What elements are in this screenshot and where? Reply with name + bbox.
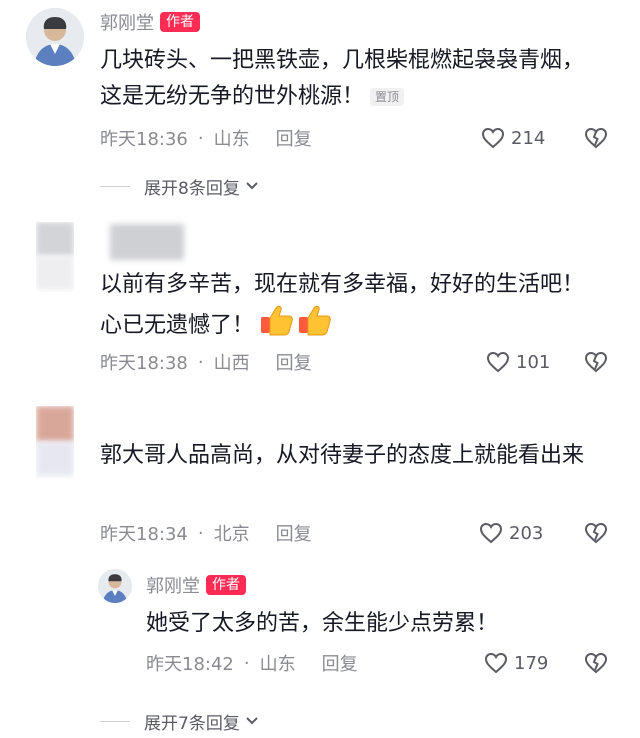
broken-heart-icon [584,351,608,373]
blurred-avatar [36,222,74,256]
author-badge: 作者 [160,12,200,32]
like-button[interactable]: 179 [484,650,548,676]
timestamp: 昨天18:38 [100,353,188,374]
avatar[interactable] [26,8,84,66]
expand-replies-label: 展开7条回复 [144,713,240,734]
comment-item: 郭刚堂 作者 几块砖头、一把黑铁壶，几根柴棍燃起袅袅青烟，这是无纷无争的世外桃源… [0,0,640,200]
separator-dot: · [197,127,204,149]
divider-line [100,185,130,187]
reply-item: 郭刚堂 作者 她受了太多的苦，余生能少点劳累！ 昨天18:42 · 山东 回复 … [0,566,640,738]
dislike-button[interactable] [584,349,608,375]
heart-outline-icon [486,351,510,373]
heart-outline-icon [479,522,503,544]
dislike-button[interactable] [584,650,608,676]
reply-meta: 昨天18:42 · 山东 回复 [146,650,358,676]
divider-line [100,720,130,722]
timestamp: 昨天18:42 [146,654,234,675]
blurred-avatar [36,406,74,442]
broken-heart-icon [584,127,608,149]
separator-dot: · [197,522,204,544]
chevron-down-icon [246,182,258,190]
comment-text: 以前有多辛苦，现在就有多幸福，好好的生活吧！心已无遗憾了！ [100,267,600,349]
reply-button[interactable]: 回复 [276,520,312,546]
thumbs-up-emoji [258,303,332,349]
expand-replies-button[interactable]: 展开8条回复 [100,173,260,199]
like-button[interactable]: 214 [481,125,545,151]
expand-replies-label: 展开8条回复 [144,178,240,199]
like-count: 214 [511,127,546,149]
comment-body: 几块砖头、一把黑铁壶，几根柴棍燃起袅袅青烟，这是无纷无争的世外桃源！ [100,48,585,109]
comment-item: 以前有多辛苦，现在就有多幸福，好好的生活吧！心已无遗憾了！ 昨天18:38 · … [0,210,640,390]
blurred-username [110,224,184,260]
comment-meta: 昨天18:34 · 北京 回复 [100,520,312,546]
heart-outline-icon [481,127,505,149]
username[interactable]: 郭刚堂 [146,572,200,598]
separator-dot: · [243,652,250,674]
dislike-button[interactable] [584,520,608,546]
comment-header: 郭刚堂 作者 [100,10,200,34]
like-count: 179 [514,652,549,674]
comment-item: 郭大哥人品高尚，从对待妻子的态度上就能看出来 昨天18:34 · 北京 回复 2… [0,398,640,558]
separator-dot: · [197,351,204,373]
blurred-avatar [36,442,74,476]
avatar[interactable] [36,406,74,478]
comment-text: 郭大哥人品高尚，从对待妻子的态度上就能看出来 [100,438,610,474]
comment-meta: 昨天18:36 · 山东 回复 [100,125,312,151]
location: 山东 [213,129,250,150]
pinned-badge: 置顶 [370,88,405,106]
comment-body: 以前有多辛苦，现在就有多幸福，好好的生活吧！心已无遗憾了！ [100,272,585,338]
comment-meta: 昨天18:38 · 山西 回复 [100,349,312,375]
avatar[interactable] [36,222,74,292]
reply-button[interactable]: 回复 [276,349,312,375]
reply-header: 郭刚堂 作者 [146,573,246,597]
expand-replies-button[interactable]: 展开7条回复 [100,708,260,734]
broken-heart-icon [584,522,608,544]
timestamp: 昨天18:36 [100,129,188,150]
reply-button[interactable]: 回复 [322,650,358,676]
comment-body: 郭大哥人品高尚，从对待妻子的态度上就能看出来 [100,443,585,468]
blurred-avatar [36,256,74,290]
like-button[interactable]: 203 [479,520,543,546]
reply-text: 她受了太多的苦，余生能少点劳累！ [146,606,616,642]
dislike-button[interactable] [584,125,608,151]
like-button[interactable]: 101 [486,349,550,375]
comment-list: 郭刚堂 作者 几块砖头、一把黑铁壶，几根柴棍燃起袅袅青烟，这是无纷无争的世外桃源… [0,0,640,738]
comment-text: 几块砖头、一把黑铁壶，几根柴棍燃起袅袅青烟，这是无纷无争的世外桃源！ 置顶 [100,43,600,115]
broken-heart-icon [584,652,608,674]
reply-body: 她受了太多的苦，余生能少点劳累！ [146,611,499,636]
like-count: 203 [509,522,544,544]
timestamp: 昨天18:34 [100,524,188,545]
username[interactable]: 郭刚堂 [100,9,154,35]
chevron-down-icon [246,717,258,725]
location: 北京 [213,524,250,545]
location: 山东 [259,654,296,675]
avatar[interactable] [98,569,132,603]
reply-button[interactable]: 回复 [276,125,312,151]
like-count: 101 [516,351,551,373]
location: 山西 [213,353,250,374]
author-badge: 作者 [206,575,246,595]
heart-outline-icon [484,652,508,674]
